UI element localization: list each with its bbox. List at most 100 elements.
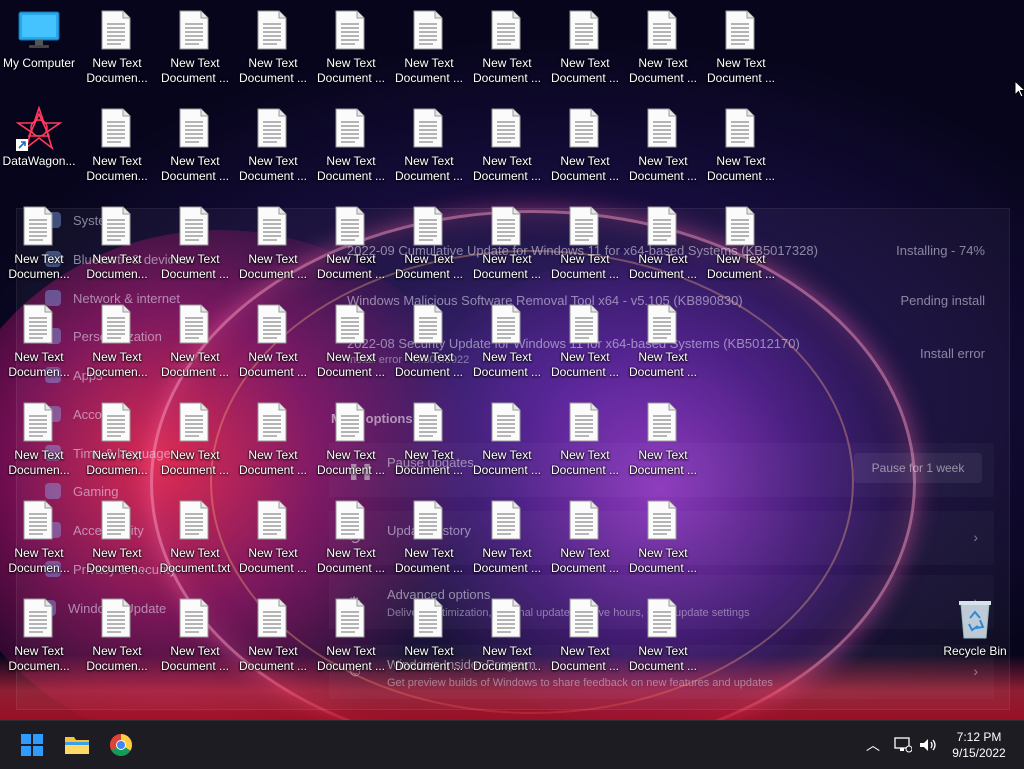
text-document-file[interactable]: New Text Documen... — [78, 98, 156, 186]
text-document-file[interactable]: New Text Documen... — [0, 490, 78, 578]
icon-label-line1: New Text — [482, 644, 532, 658]
text-document-file[interactable]: New Text Document ... — [624, 98, 702, 186]
text-document-icon — [179, 10, 209, 50]
text-document-file[interactable]: New Text Document ... — [546, 98, 624, 186]
text-document-file[interactable]: New Text Document ... — [468, 0, 546, 88]
text-document-file[interactable]: New Text Document ... — [546, 196, 624, 284]
icon-label-line2: Documen... — [8, 267, 70, 281]
recycle-bin-icon[interactable]: Recycle Bin — [936, 588, 1014, 676]
text-document-icon — [335, 500, 365, 540]
text-document-file[interactable]: New Text Document.txt — [156, 490, 234, 578]
icon-label-line2: Document ... — [628, 267, 698, 281]
clock-date: 9/15/2022 — [952, 746, 1006, 760]
text-document-file[interactable]: New Text Document ... — [624, 490, 702, 578]
text-document-file[interactable]: New Text Document ... — [624, 0, 702, 88]
text-document-file[interactable]: New Text Document ... — [390, 294, 468, 382]
text-document-file[interactable]: New Text Document ... — [390, 196, 468, 284]
text-document-icon — [257, 402, 287, 442]
text-document-file[interactable]: New Text Document ... — [234, 392, 312, 480]
icon-label-line1: New Text — [404, 350, 454, 364]
icon-label-line1: New Text — [326, 154, 376, 168]
icon-label: New Text Documen... — [78, 546, 156, 576]
text-document-file[interactable]: New Text Documen... — [78, 392, 156, 480]
icon-label-line1: New Text — [716, 154, 766, 168]
file-explorer-button[interactable] — [60, 729, 94, 761]
text-document-file[interactable]: New Text Document ... — [156, 196, 234, 284]
icon-label-line1: New Text — [404, 448, 454, 462]
start-button[interactable] — [15, 729, 49, 761]
text-document-file[interactable]: New Text Document ... — [234, 0, 312, 88]
text-document-file[interactable]: New Text Document ... — [156, 588, 234, 676]
text-document-file[interactable]: New Text Document ... — [312, 294, 390, 382]
text-document-file[interactable]: New Text Document ... — [390, 588, 468, 676]
text-document-file[interactable]: New Text Document ... — [156, 0, 234, 88]
text-document-file[interactable]: New Text Documen... — [78, 196, 156, 284]
text-document-icon — [569, 10, 599, 50]
text-document-file[interactable]: New Text Document ... — [468, 196, 546, 284]
text-document-file[interactable]: New Text Document ... — [234, 490, 312, 578]
text-document-file[interactable]: New Text Document ... — [156, 294, 234, 382]
text-document-file[interactable]: New Text Document ... — [468, 392, 546, 480]
text-document-file[interactable]: New Text Documen... — [0, 588, 78, 676]
icon-label: New Text Document ... — [468, 546, 546, 576]
text-document-file[interactable]: New Text Document ... — [468, 294, 546, 382]
icon-label-line2: Document ... — [394, 659, 464, 673]
text-document-file[interactable]: New Text Document ... — [312, 98, 390, 186]
text-document-file[interactable]: New Text Documen... — [0, 392, 78, 480]
text-document-file[interactable]: New Text Document ... — [390, 392, 468, 480]
volume-icon[interactable] — [918, 737, 938, 753]
text-document-file[interactable]: New Text Documen... — [78, 588, 156, 676]
text-document-file[interactable]: New Text Document ... — [546, 0, 624, 88]
icon-label-line1: New Text — [482, 154, 532, 168]
text-document-icon — [647, 598, 677, 638]
text-document-file[interactable]: New Text Documen... — [78, 0, 156, 88]
text-document-file[interactable]: New Text Document ... — [468, 490, 546, 578]
pause-for-1-week-button[interactable]: Pause for 1 week — [854, 453, 982, 483]
text-document-file[interactable]: New Text Document ... — [234, 196, 312, 284]
text-document-file[interactable]: New Text Document ... — [468, 98, 546, 186]
text-document-file[interactable]: New Text Document ... — [546, 392, 624, 480]
text-document-file[interactable]: New Text Document ... — [390, 98, 468, 186]
icon-label: New Text Document ... — [234, 350, 312, 380]
text-document-file[interactable]: New Text Document ... — [546, 294, 624, 382]
text-document-file[interactable]: New Text Document ... — [702, 196, 780, 284]
text-document-file[interactable]: New Text Document ... — [234, 98, 312, 186]
text-document-file[interactable]: New Text Document ... — [624, 294, 702, 382]
chrome-button[interactable] — [104, 729, 138, 761]
text-document-file[interactable]: New Text Document ... — [312, 196, 390, 284]
text-document-file[interactable]: New Text Documen... — [78, 294, 156, 382]
text-document-file[interactable]: New Text Document ... — [702, 98, 780, 186]
text-document-file[interactable]: New Text Document ... — [234, 588, 312, 676]
text-document-file[interactable]: New Text Document ... — [546, 490, 624, 578]
datawagon-shortcut-icon[interactable]: DataWagon... — [0, 98, 78, 186]
icon-label-line2: Document ... — [706, 267, 776, 281]
text-document-file[interactable]: New Text Documen... — [0, 294, 78, 382]
text-document-file[interactable]: New Text Document ... — [312, 588, 390, 676]
icon-label-line2: Document ... — [628, 659, 698, 673]
text-document-file[interactable]: New Text Document ... — [624, 392, 702, 480]
text-document-file[interactable]: New Text Document ... — [624, 196, 702, 284]
icon-label-line1: New Text — [14, 448, 64, 462]
text-document-file[interactable]: New Text Document ... — [702, 0, 780, 88]
text-document-file[interactable]: New Text Document ... — [390, 490, 468, 578]
text-document-file[interactable]: New Text Documen... — [78, 490, 156, 578]
text-document-file[interactable]: New Text Document ... — [312, 392, 390, 480]
text-document-file[interactable]: New Text Document ... — [624, 588, 702, 676]
text-document-file[interactable]: New Text Document ... — [546, 588, 624, 676]
taskbar-clock[interactable]: 7:12 PM 9/15/2022 — [944, 729, 1014, 761]
icon-label-line2: Documen... — [8, 365, 70, 379]
text-document-file[interactable]: New Text Document ... — [390, 0, 468, 88]
show-hidden-icons-chevron-icon[interactable]: ︿ — [866, 735, 880, 755]
text-document-file[interactable]: New Text Document ... — [312, 490, 390, 578]
network-icon[interactable] — [894, 737, 912, 753]
text-document-file[interactable]: New Text Document ... — [312, 0, 390, 88]
text-document-file[interactable]: New Text Document ... — [156, 98, 234, 186]
icon-label-line2: Document ... — [316, 71, 386, 85]
icon-label: New Text Document ... — [546, 350, 624, 380]
text-document-file[interactable]: New Text Document ... — [468, 588, 546, 676]
text-document-file[interactable]: New Text Documen... — [0, 196, 78, 284]
my-computer-icon[interactable]: My Computer — [0, 0, 78, 88]
text-document-icon — [647, 304, 677, 344]
text-document-file[interactable]: New Text Document ... — [156, 392, 234, 480]
text-document-file[interactable]: New Text Document ... — [234, 294, 312, 382]
